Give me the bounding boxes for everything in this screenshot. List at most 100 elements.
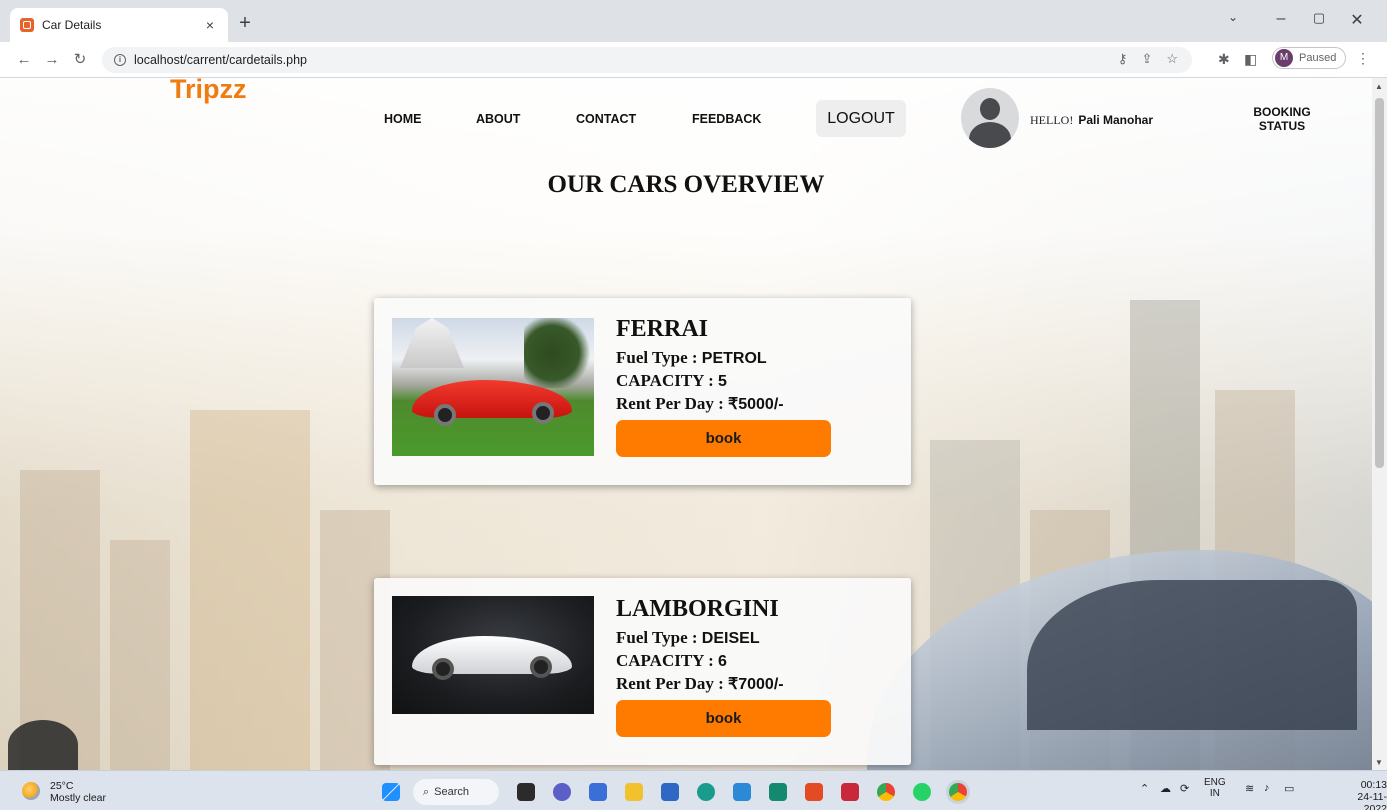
nav-booking-status[interactable]: BOOKING STATUS: [1252, 105, 1312, 133]
rent-per-day: Rent Per Day : ₹5000/-: [616, 394, 784, 414]
capacity-value: 5: [718, 373, 727, 390]
car-name: FERRAI: [616, 316, 709, 342]
wifi-icon[interactable]: ≋: [1245, 782, 1254, 795]
car-name: LAMBORGINI: [616, 596, 779, 622]
background-building: [110, 540, 170, 770]
language-indicator[interactable]: ENG IN: [1204, 777, 1226, 799]
nav-feedback[interactable]: FEEDBACK: [692, 112, 761, 126]
chat-icon[interactable]: [553, 783, 571, 801]
profile-status: Paused: [1299, 52, 1337, 64]
site-info-icon[interactable]: i: [114, 54, 126, 66]
chrome-icon[interactable]: [877, 783, 895, 801]
user-silhouette-head: [980, 98, 1000, 120]
password-key-icon[interactable]: ⚷: [1118, 51, 1128, 67]
scrollbar-thumb[interactable]: [1375, 98, 1384, 468]
url-text[interactable]: localhost/carrent/cardetails.php: [134, 53, 307, 67]
show-hidden-icons[interactable]: ⌃: [1140, 782, 1149, 795]
trees-shape: [524, 318, 594, 388]
taskbar-search-label: Search: [434, 786, 470, 798]
new-tab-button[interactable]: +: [234, 13, 256, 35]
capacity-value: 6: [718, 653, 727, 670]
car-card: FERRAI Fuel Type : PETROL CAPACITY : 5 R…: [374, 298, 911, 485]
language-code: ENG: [1204, 777, 1226, 788]
share-icon[interactable]: ⇪: [1141, 51, 1152, 67]
windows-start-icon[interactable]: [382, 783, 400, 801]
weather-condition: Mostly clear: [50, 792, 107, 804]
region-code: IN: [1209, 788, 1220, 799]
rent-per-day: Rent Per Day : ₹7000/-: [616, 674, 784, 694]
page-scrollbar[interactable]: ▲ ▼: [1372, 78, 1387, 770]
browser-tab[interactable]: Car Details ×: [10, 8, 228, 42]
forward-icon[interactable]: →: [42, 51, 62, 69]
mcafee-icon[interactable]: [841, 783, 859, 801]
address-bar[interactable]: i localhost/carrent/cardetails.php ⚷ ⇪ ☆: [102, 47, 1192, 73]
book-button[interactable]: book: [616, 420, 831, 457]
side-panel-icon[interactable]: ◧: [1244, 51, 1257, 68]
bookmark-star-icon[interactable]: ☆: [1166, 51, 1178, 67]
task-view-icon[interactable]: [517, 783, 535, 801]
rent-value: ₹7000/-: [728, 676, 784, 693]
taskbar-search[interactable]: ⌕ Search: [413, 779, 499, 805]
chrome-profile-icon[interactable]: [949, 783, 967, 801]
nav-contact[interactable]: CONTACT: [576, 112, 636, 126]
app-launcher-icon[interactable]: [769, 783, 787, 801]
search-icon: ⌕: [423, 785, 430, 798]
clock-date: 24-11-2022: [1357, 791, 1387, 810]
widgets-icon[interactable]: [589, 783, 607, 801]
weather-icon[interactable]: [22, 782, 40, 800]
car-image-lamborghini: [392, 596, 594, 714]
profile-avatar: M: [1275, 49, 1293, 67]
background-building: [190, 410, 310, 770]
system-clock[interactable]: 00:13 24-11-2022: [1338, 779, 1387, 810]
capacity: CAPACITY : 5: [616, 371, 727, 391]
scroll-down-icon[interactable]: ▼: [1375, 758, 1383, 767]
rent-value: ₹5000/-: [728, 396, 784, 413]
site-favicon-icon: [20, 18, 34, 32]
extensions-icon[interactable]: ✱: [1218, 51, 1230, 68]
browser-toolbar: ← → ↻ i localhost/carrent/cardetails.php…: [0, 42, 1387, 78]
rent-label: Rent Per Day :: [616, 394, 729, 413]
user-greeting: HELLO! Pali Manohar: [1030, 113, 1153, 128]
fuel-type: Fuel Type : DEISEL: [616, 628, 760, 648]
user-name: Pali Manohar: [1078, 113, 1154, 127]
nav-home[interactable]: HOME: [384, 112, 422, 126]
nav-about[interactable]: ABOUT: [476, 112, 520, 126]
back-icon[interactable]: ←: [14, 51, 34, 69]
tab-search-icon[interactable]: ⌄: [1218, 10, 1248, 24]
sync-icon[interactable]: ⟳: [1180, 782, 1189, 795]
minimize-button[interactable]: –: [1266, 10, 1296, 28]
background-car-window: [1027, 580, 1357, 730]
close-tab-icon[interactable]: ×: [202, 17, 218, 33]
scroll-up-icon[interactable]: ▲: [1375, 82, 1383, 91]
fuel-value: DEISEL: [701, 630, 760, 647]
maximize-button[interactable]: ▢: [1304, 10, 1334, 26]
site-logo[interactable]: Tripzz: [170, 78, 247, 105]
fuel-value: PETROL: [701, 350, 767, 367]
office-icon[interactable]: [805, 783, 823, 801]
volume-icon[interactable]: ♪: [1264, 782, 1270, 794]
page-title: OUR CARS OVERVIEW: [547, 171, 825, 198]
wheel-shape: [530, 656, 552, 678]
app-icon[interactable]: [733, 783, 751, 801]
background-bollard: [8, 720, 78, 770]
browser-menu-icon[interactable]: ⋮: [1356, 50, 1370, 67]
whatsapp-icon[interactable]: [913, 783, 931, 801]
capacity-label: CAPACITY :: [616, 371, 718, 390]
tent-shape: [400, 318, 464, 368]
file-explorer-icon[interactable]: [625, 783, 643, 801]
battery-icon[interactable]: ▭: [1284, 782, 1294, 795]
rent-label: Rent Per Day :: [616, 674, 729, 693]
reload-icon[interactable]: ↻: [70, 51, 90, 69]
weather-widget[interactable]: 25°C Mostly clear: [50, 780, 106, 804]
book-button[interactable]: book: [616, 700, 831, 737]
capacity: CAPACITY : 6: [616, 651, 727, 671]
store-icon[interactable]: [661, 783, 679, 801]
edge-icon[interactable]: [697, 783, 715, 801]
logout-button[interactable]: LOGOUT: [816, 100, 906, 137]
wheel-shape: [432, 658, 454, 680]
fuel-label: Fuel Type :: [616, 628, 702, 647]
close-window-button[interactable]: ✕: [1342, 10, 1372, 30]
profile-button[interactable]: M Paused: [1272, 47, 1346, 69]
onedrive-icon[interactable]: ☁: [1160, 782, 1171, 795]
car-card: LAMBORGINI Fuel Type : DEISEL CAPACITY :…: [374, 578, 911, 765]
